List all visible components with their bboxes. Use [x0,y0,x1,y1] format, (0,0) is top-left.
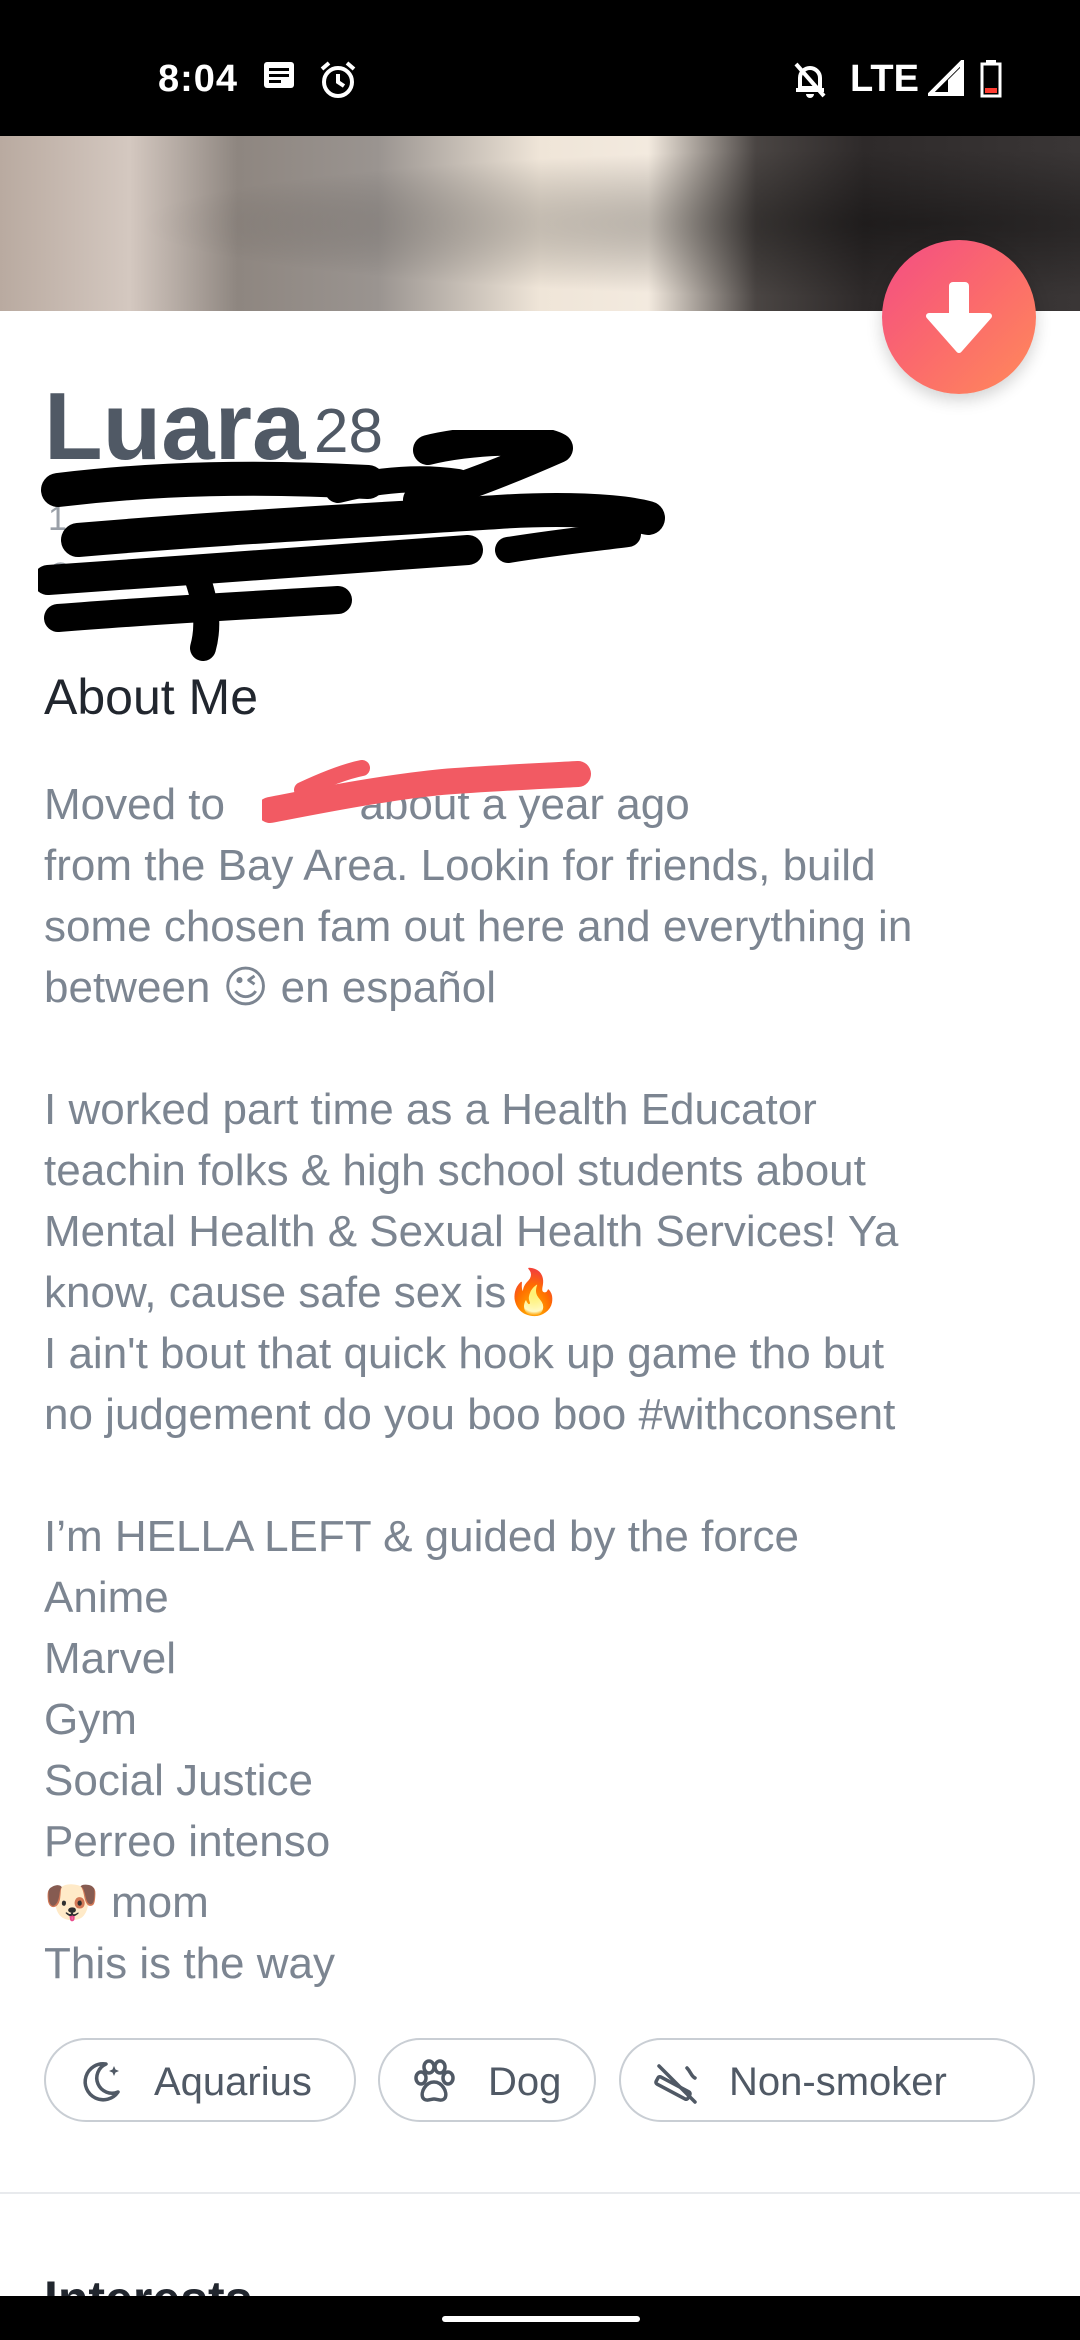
bio-line: no judgement do you boo boo #withconsent [44,1390,896,1439]
home-gesture-handle[interactable] [442,2316,640,2322]
chip-label: Aquarius [154,2060,312,2104]
battery-icon [980,60,1002,103]
city-redaction-scribble [262,760,591,823]
bio-line: Social Justice [44,1756,314,1805]
bio-line: Gym [44,1695,137,1744]
bio-line: Anime [44,1573,169,1622]
chip-zodiac[interactable]: Aquarius [44,2038,356,2122]
chip-smoking[interactable]: Non-smoker [619,2038,1035,2122]
moon-icon [76,2058,124,2116]
notification-icon [262,60,296,95]
bio-line: from the Bay Area. Lookin for friends, b… [44,841,876,890]
bio-line: I’m HELLA LEFT & guided by the force [44,1512,799,1561]
bio-line: Mental Health & Sexual Health Services! … [44,1207,899,1256]
bio-line: teachin folks & high school students abo… [44,1146,866,1195]
status-bar: 8:04 LTE [0,0,1080,136]
paw-icon [410,2058,458,2116]
bio-line: know, cause safe sex is🔥 [44,1268,562,1317]
navigation-bar [0,2296,1080,2340]
about-me-heading: About Me [44,669,259,725]
network-type: LTE [850,58,919,100]
bio-line: some chosen fam out here and everything … [44,902,913,951]
chip-label: Dog [488,2060,562,2104]
bio-line: I worked part time as a Health Educator [44,1085,817,1134]
bio-text: Moved to about a year ago from the Bay A… [44,774,1054,1994]
scroll-down-button[interactable] [882,240,1036,394]
bio-line: I ain't bout that quick hook up game tho… [44,1329,885,1378]
bio-line: Perreo intenso [44,1817,331,1866]
bio-line: between 😉 en español [44,963,496,1012]
no-smoking-icon [651,2058,701,2116]
bio-line [44,1445,1054,1506]
chip-pets[interactable]: Dog [378,2038,596,2122]
mute-icon [792,60,828,105]
bio-line: 🐶 mom [44,1878,209,1927]
arrow-down-icon [926,282,992,353]
bio-line: Marvel [44,1634,177,1683]
signal-icon [925,57,964,101]
bio-line: This is the way [44,1939,335,1988]
bio-line [44,1018,1054,1079]
chip-label: Non-smoker [729,2060,947,2104]
section-divider [0,2192,1080,2194]
redaction-scribble [38,430,665,661]
status-time: 8:04 [158,58,239,100]
alarm-icon [318,60,358,105]
